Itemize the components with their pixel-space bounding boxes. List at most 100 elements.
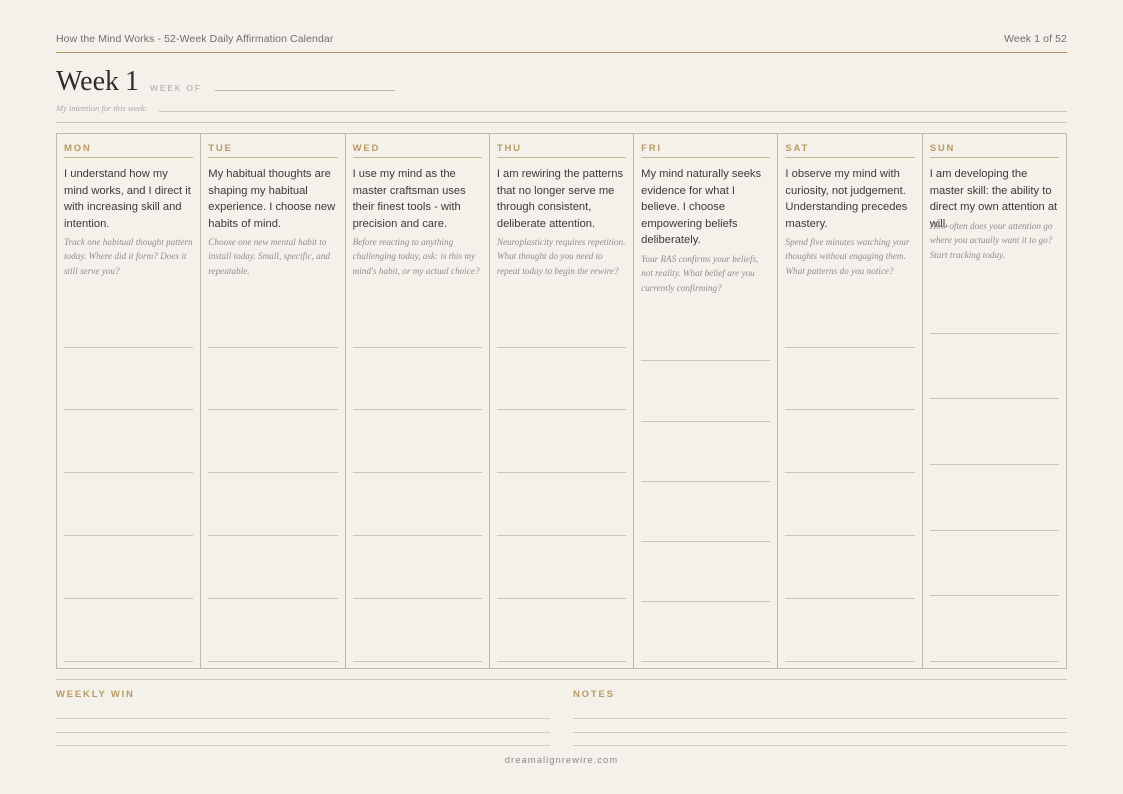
writing-line[interactable] <box>352 472 482 473</box>
journal-prompt: Spend five minutes watching your thought… <box>785 237 910 276</box>
writing-line[interactable] <box>208 472 338 473</box>
week-of-label: WEEK OF <box>150 83 202 93</box>
intention-field[interactable] <box>159 111 1067 112</box>
writing-line[interactable] <box>785 347 915 348</box>
calendar-page: How the Mind Works - 52-Week Daily Affir… <box>56 0 1067 794</box>
writing-line[interactable] <box>352 598 482 599</box>
writing-line[interactable] <box>641 601 771 602</box>
affirmation-text: I observe my mind with curiosity, not ju… <box>785 168 908 230</box>
writing-line[interactable] <box>208 347 338 348</box>
notes-line[interactable] <box>573 732 1067 733</box>
day-divider <box>785 157 915 158</box>
day-grid: MON I understand how my mind works, and … <box>56 133 1067 669</box>
day-label: SUN <box>929 143 956 154</box>
writing-line[interactable] <box>496 472 627 473</box>
intention-label: My intention for this week: <box>56 103 148 113</box>
writing-line[interactable] <box>641 421 771 422</box>
writing-line[interactable] <box>929 530 1059 531</box>
writing-line[interactable] <box>785 535 915 536</box>
journal-prompt: How often does your attention go where y… <box>929 221 1053 260</box>
writing-line[interactable] <box>208 661 338 662</box>
writing-line[interactable] <box>352 535 482 536</box>
week-number: 1 <box>125 66 140 97</box>
day-column-sun: SUN I am developing the master skill: th… <box>923 134 1066 668</box>
day-column-tue: TUE My habitual thoughts are shaping my … <box>201 134 346 668</box>
affirmation-text: My mind naturally seeks evidence for wha… <box>641 168 762 247</box>
day-divider <box>208 157 338 158</box>
week-of-field[interactable] <box>215 90 395 91</box>
week-counter: Week 1 of 52 <box>1004 33 1067 45</box>
day-column-thu: THU I am rewiring the patterns that no l… <box>490 134 635 668</box>
writing-line[interactable] <box>496 347 627 348</box>
notes-line[interactable] <box>573 745 1067 746</box>
writing-line[interactable] <box>496 598 627 599</box>
writing-line[interactable] <box>64 472 194 473</box>
writing-line[interactable] <box>785 472 915 473</box>
bottom-divider <box>56 679 1067 680</box>
writing-line[interactable] <box>785 598 915 599</box>
affirmation-text: I am rewiring the patterns that no longe… <box>496 168 624 230</box>
day-divider <box>641 157 771 158</box>
journal-prompt: Track one habitual thought pattern today… <box>64 237 193 276</box>
day-divider <box>352 157 482 158</box>
journal-prompt: Your RAS confirms your beliefs, not real… <box>641 254 759 293</box>
page-header: How the Mind Works - 52-Week Daily Affir… <box>56 33 1067 47</box>
writing-line[interactable] <box>352 409 482 410</box>
day-column-fri: FRI My mind naturally seeks evidence for… <box>634 134 779 668</box>
day-label: FRI <box>641 143 662 154</box>
affirmation-text: My habitual thoughts are shaping my habi… <box>208 168 336 230</box>
writing-line[interactable] <box>64 661 194 662</box>
writing-line[interactable] <box>208 535 338 536</box>
writing-line[interactable] <box>352 661 482 662</box>
day-column-wed: WED I use my mind as the master craftsma… <box>346 134 490 668</box>
writing-line[interactable] <box>929 333 1059 334</box>
writing-line[interactable] <box>641 661 771 662</box>
writing-line[interactable] <box>929 595 1059 596</box>
writing-line[interactable] <box>64 598 194 599</box>
notes-label: NOTES <box>573 689 615 700</box>
day-label: THU <box>496 143 522 154</box>
week-heading: Week 1 <box>56 66 139 98</box>
day-divider <box>64 157 194 158</box>
day-label: WED <box>352 143 381 154</box>
day-label: TUE <box>208 143 233 154</box>
intention-divider <box>56 122 1067 123</box>
footer-url: dreamalignrewire.com <box>504 755 619 766</box>
journal-prompt: Neuroplasticity requires repetition. Wha… <box>496 237 626 276</box>
writing-line[interactable] <box>929 398 1059 399</box>
writing-line[interactable] <box>208 409 338 410</box>
notes-line[interactable] <box>573 718 1067 719</box>
document-title: How the Mind Works - 52-Week Daily Affir… <box>56 33 334 45</box>
writing-line[interactable] <box>641 360 771 361</box>
writing-line[interactable] <box>929 661 1059 662</box>
writing-line[interactable] <box>785 409 915 410</box>
writing-line[interactable] <box>496 409 627 410</box>
day-label: MON <box>64 143 92 154</box>
writing-line[interactable] <box>64 535 194 536</box>
day-column-sat: SAT I observe my mind with curiosity, no… <box>778 134 923 668</box>
writing-line[interactable] <box>496 661 627 662</box>
day-divider <box>929 157 1059 158</box>
writing-line[interactable] <box>496 535 627 536</box>
affirmation-text: I use my mind as the master craftsman us… <box>352 168 466 230</box>
day-divider <box>496 157 627 158</box>
writing-line[interactable] <box>641 481 771 482</box>
weekly-win-line[interactable] <box>56 718 550 719</box>
writing-line[interactable] <box>785 661 915 662</box>
writing-line[interactable] <box>352 347 482 348</box>
writing-line[interactable] <box>208 598 338 599</box>
writing-line[interactable] <box>64 347 194 348</box>
day-label: SAT <box>785 143 810 154</box>
writing-line[interactable] <box>641 541 771 542</box>
writing-line[interactable] <box>64 409 194 410</box>
journal-prompt: Choose one new mental habit to install t… <box>208 237 331 276</box>
journal-prompt: Before reacting to anything challenging … <box>352 237 480 276</box>
writing-line[interactable] <box>929 464 1059 465</box>
weekly-win-line[interactable] <box>56 745 550 746</box>
header-divider <box>56 52 1067 53</box>
weekly-win-label: WEEKLY WIN <box>56 689 135 700</box>
week-title-text: Week <box>56 66 120 97</box>
weekly-win-line[interactable] <box>56 732 550 733</box>
affirmation-text: I understand how my mind works, and I di… <box>64 168 191 230</box>
day-column-mon: MON I understand how my mind works, and … <box>57 134 202 668</box>
